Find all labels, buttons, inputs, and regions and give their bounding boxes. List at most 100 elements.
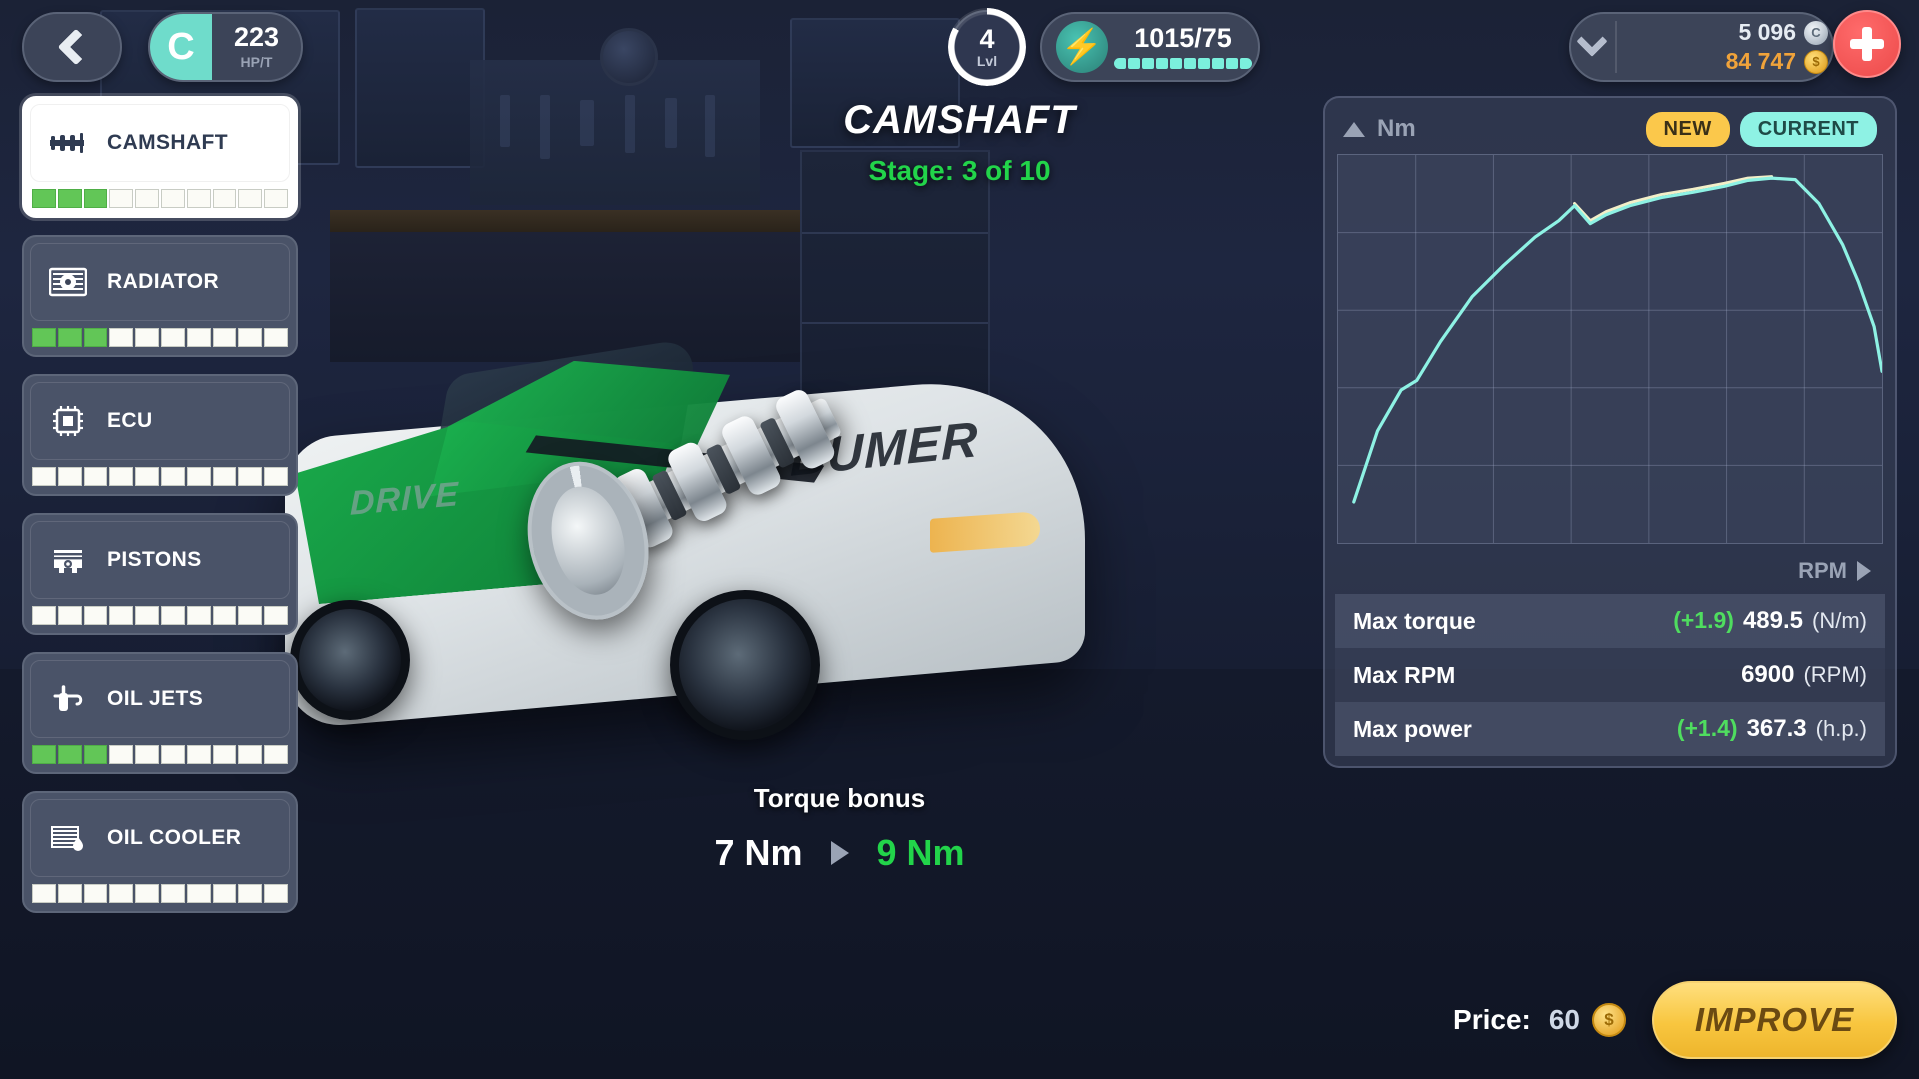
part-level-segment xyxy=(57,606,82,625)
part-level-segment xyxy=(264,467,288,486)
part-level-segment xyxy=(238,189,263,208)
chevron-left-icon xyxy=(57,28,95,66)
part-level-segment xyxy=(109,745,134,764)
workbench-top xyxy=(330,210,800,232)
part-level-segment xyxy=(109,467,134,486)
stat-value-group: (+1.9) 489.5 (N/m) xyxy=(1673,607,1867,635)
part-card-pistons[interactable]: PISTONS xyxy=(22,513,298,635)
part-label: OIL JETS xyxy=(107,687,204,710)
part-level-segment xyxy=(57,189,82,208)
stat-delta: (+1.9) xyxy=(1673,607,1734,633)
part-level-segment xyxy=(109,189,134,208)
stat-row: Max torque (+1.9) 489.5 (N/m) xyxy=(1335,594,1885,648)
part-level-segment xyxy=(109,606,134,625)
part-level-segment xyxy=(109,328,134,347)
torque-curve-svg xyxy=(1338,155,1882,543)
chart-legend: NEW CURRENT xyxy=(1645,111,1877,147)
part-level-segment xyxy=(186,884,211,903)
part-level-segment xyxy=(212,745,237,764)
stat-value: 367.3 xyxy=(1746,715,1807,742)
part-level-segment xyxy=(83,884,108,903)
part-card-header: OIL JETS xyxy=(30,660,290,738)
energy-segment xyxy=(1156,58,1168,69)
part-level-segment xyxy=(264,189,288,208)
gold-coin-icon: $ xyxy=(1592,1003,1626,1037)
stat-name: Max torque xyxy=(1353,607,1476,634)
chart-header: Nm NEW CURRENT xyxy=(1335,108,1885,150)
parts-list: CAMSHAFT RADIATOR ECU PISTONS OIL JETS OIL CO… xyxy=(22,96,298,930)
part-level-segment xyxy=(135,745,159,764)
plus-icon xyxy=(1862,27,1872,61)
back-button[interactable] xyxy=(22,12,122,82)
energy-segment xyxy=(1240,58,1252,69)
gold-coin-icon: $ xyxy=(1804,49,1828,74)
part-level-segment xyxy=(160,467,185,486)
part-level-segment xyxy=(212,328,237,347)
part-level-segment xyxy=(109,884,134,903)
bonus-current-value: 7 Nm xyxy=(714,832,803,873)
part-card-ecu[interactable]: ECU xyxy=(22,374,298,496)
stat-unit: (RPM) xyxy=(1803,662,1867,687)
legend-badge-new[interactable]: NEW xyxy=(1645,111,1730,147)
part-level-segment xyxy=(83,606,108,625)
part-card-header: ECU xyxy=(30,382,290,460)
part-label: OIL COOLER xyxy=(107,826,242,849)
part-level-segment xyxy=(57,745,82,764)
part-level-segment xyxy=(160,884,185,903)
car-wheel xyxy=(290,600,410,720)
part-level-segment xyxy=(212,189,237,208)
part-level-segment xyxy=(83,745,108,764)
part-card-header: PISTONS xyxy=(30,521,290,599)
lightning-bolt-icon: ⚡ xyxy=(1056,21,1108,73)
part-level-segment xyxy=(135,328,159,347)
part-level-segment xyxy=(135,606,159,625)
radiator-icon xyxy=(45,259,91,305)
part-level-bar xyxy=(30,606,290,625)
part-level-segment xyxy=(32,467,56,486)
energy-segment xyxy=(1142,58,1154,69)
purchase-bar: Price: 60 $ IMPROVE xyxy=(1453,981,1897,1059)
energy-meter[interactable]: ⚡ 1015/75 xyxy=(1040,12,1260,82)
part-level-segment xyxy=(160,328,185,347)
currency-panel[interactable]: 5 096 C 84 747 $ xyxy=(1569,12,1834,82)
stat-name: Max RPM xyxy=(1353,661,1456,688)
y-axis-label: Nm xyxy=(1377,115,1416,142)
part-level-segment xyxy=(186,328,211,347)
legend-badge-current[interactable]: CURRENT xyxy=(1739,111,1877,147)
car-class-badge[interactable]: C 223 HP/T xyxy=(148,12,303,82)
dyno-chart-panel: Nm NEW CURRENT RPM Max torque (+1.9) 489.5… xyxy=(1323,96,1897,768)
part-card-header: RADIATOR xyxy=(30,243,290,321)
energy-segment xyxy=(1198,58,1210,69)
part-level-bar xyxy=(30,189,290,208)
energy-segment xyxy=(1114,58,1126,69)
stat-delta: (+1.4) xyxy=(1676,715,1738,741)
x-axis-row: RPM xyxy=(1335,544,1885,594)
add-currency-button[interactable] xyxy=(1833,10,1901,78)
part-card-radiator[interactable]: RADIATOR xyxy=(22,235,298,357)
torque-curve-plot xyxy=(1337,154,1883,544)
oil-cooler-icon xyxy=(45,815,91,861)
chevron-down-icon[interactable] xyxy=(1576,25,1608,57)
part-card-oil-jets[interactable]: OIL JETS xyxy=(22,652,298,774)
improve-button[interactable]: IMPROVE xyxy=(1652,981,1897,1059)
part-level-segment xyxy=(238,745,263,764)
gold-currency-row: 84 747 $ xyxy=(1726,48,1828,75)
stat-value-group: (+1.4) 367.3 (h.p.) xyxy=(1677,715,1867,743)
part-level-segment xyxy=(57,328,82,347)
part-card-oil-cooler[interactable]: OIL COOLER xyxy=(22,791,298,913)
stat-value-group: 6900 (RPM) xyxy=(1741,661,1867,689)
stat-name: Max power xyxy=(1353,715,1472,742)
part-level-segment xyxy=(32,745,56,764)
triangle-right-icon xyxy=(830,841,849,865)
part-label: RADIATOR xyxy=(107,270,220,293)
torque-series-current xyxy=(1354,178,1882,502)
part-level-segment xyxy=(212,467,237,486)
part-level-segment xyxy=(83,467,108,486)
part-level-segment xyxy=(186,189,211,208)
part-level-segment xyxy=(212,606,237,625)
part-level-segment xyxy=(186,606,211,625)
improve-label: IMPROVE xyxy=(1694,1001,1855,1038)
part-level-segment xyxy=(135,189,159,208)
part-level-segment xyxy=(264,884,288,903)
level-indicator[interactable]: 4 Lvl xyxy=(948,8,1026,86)
